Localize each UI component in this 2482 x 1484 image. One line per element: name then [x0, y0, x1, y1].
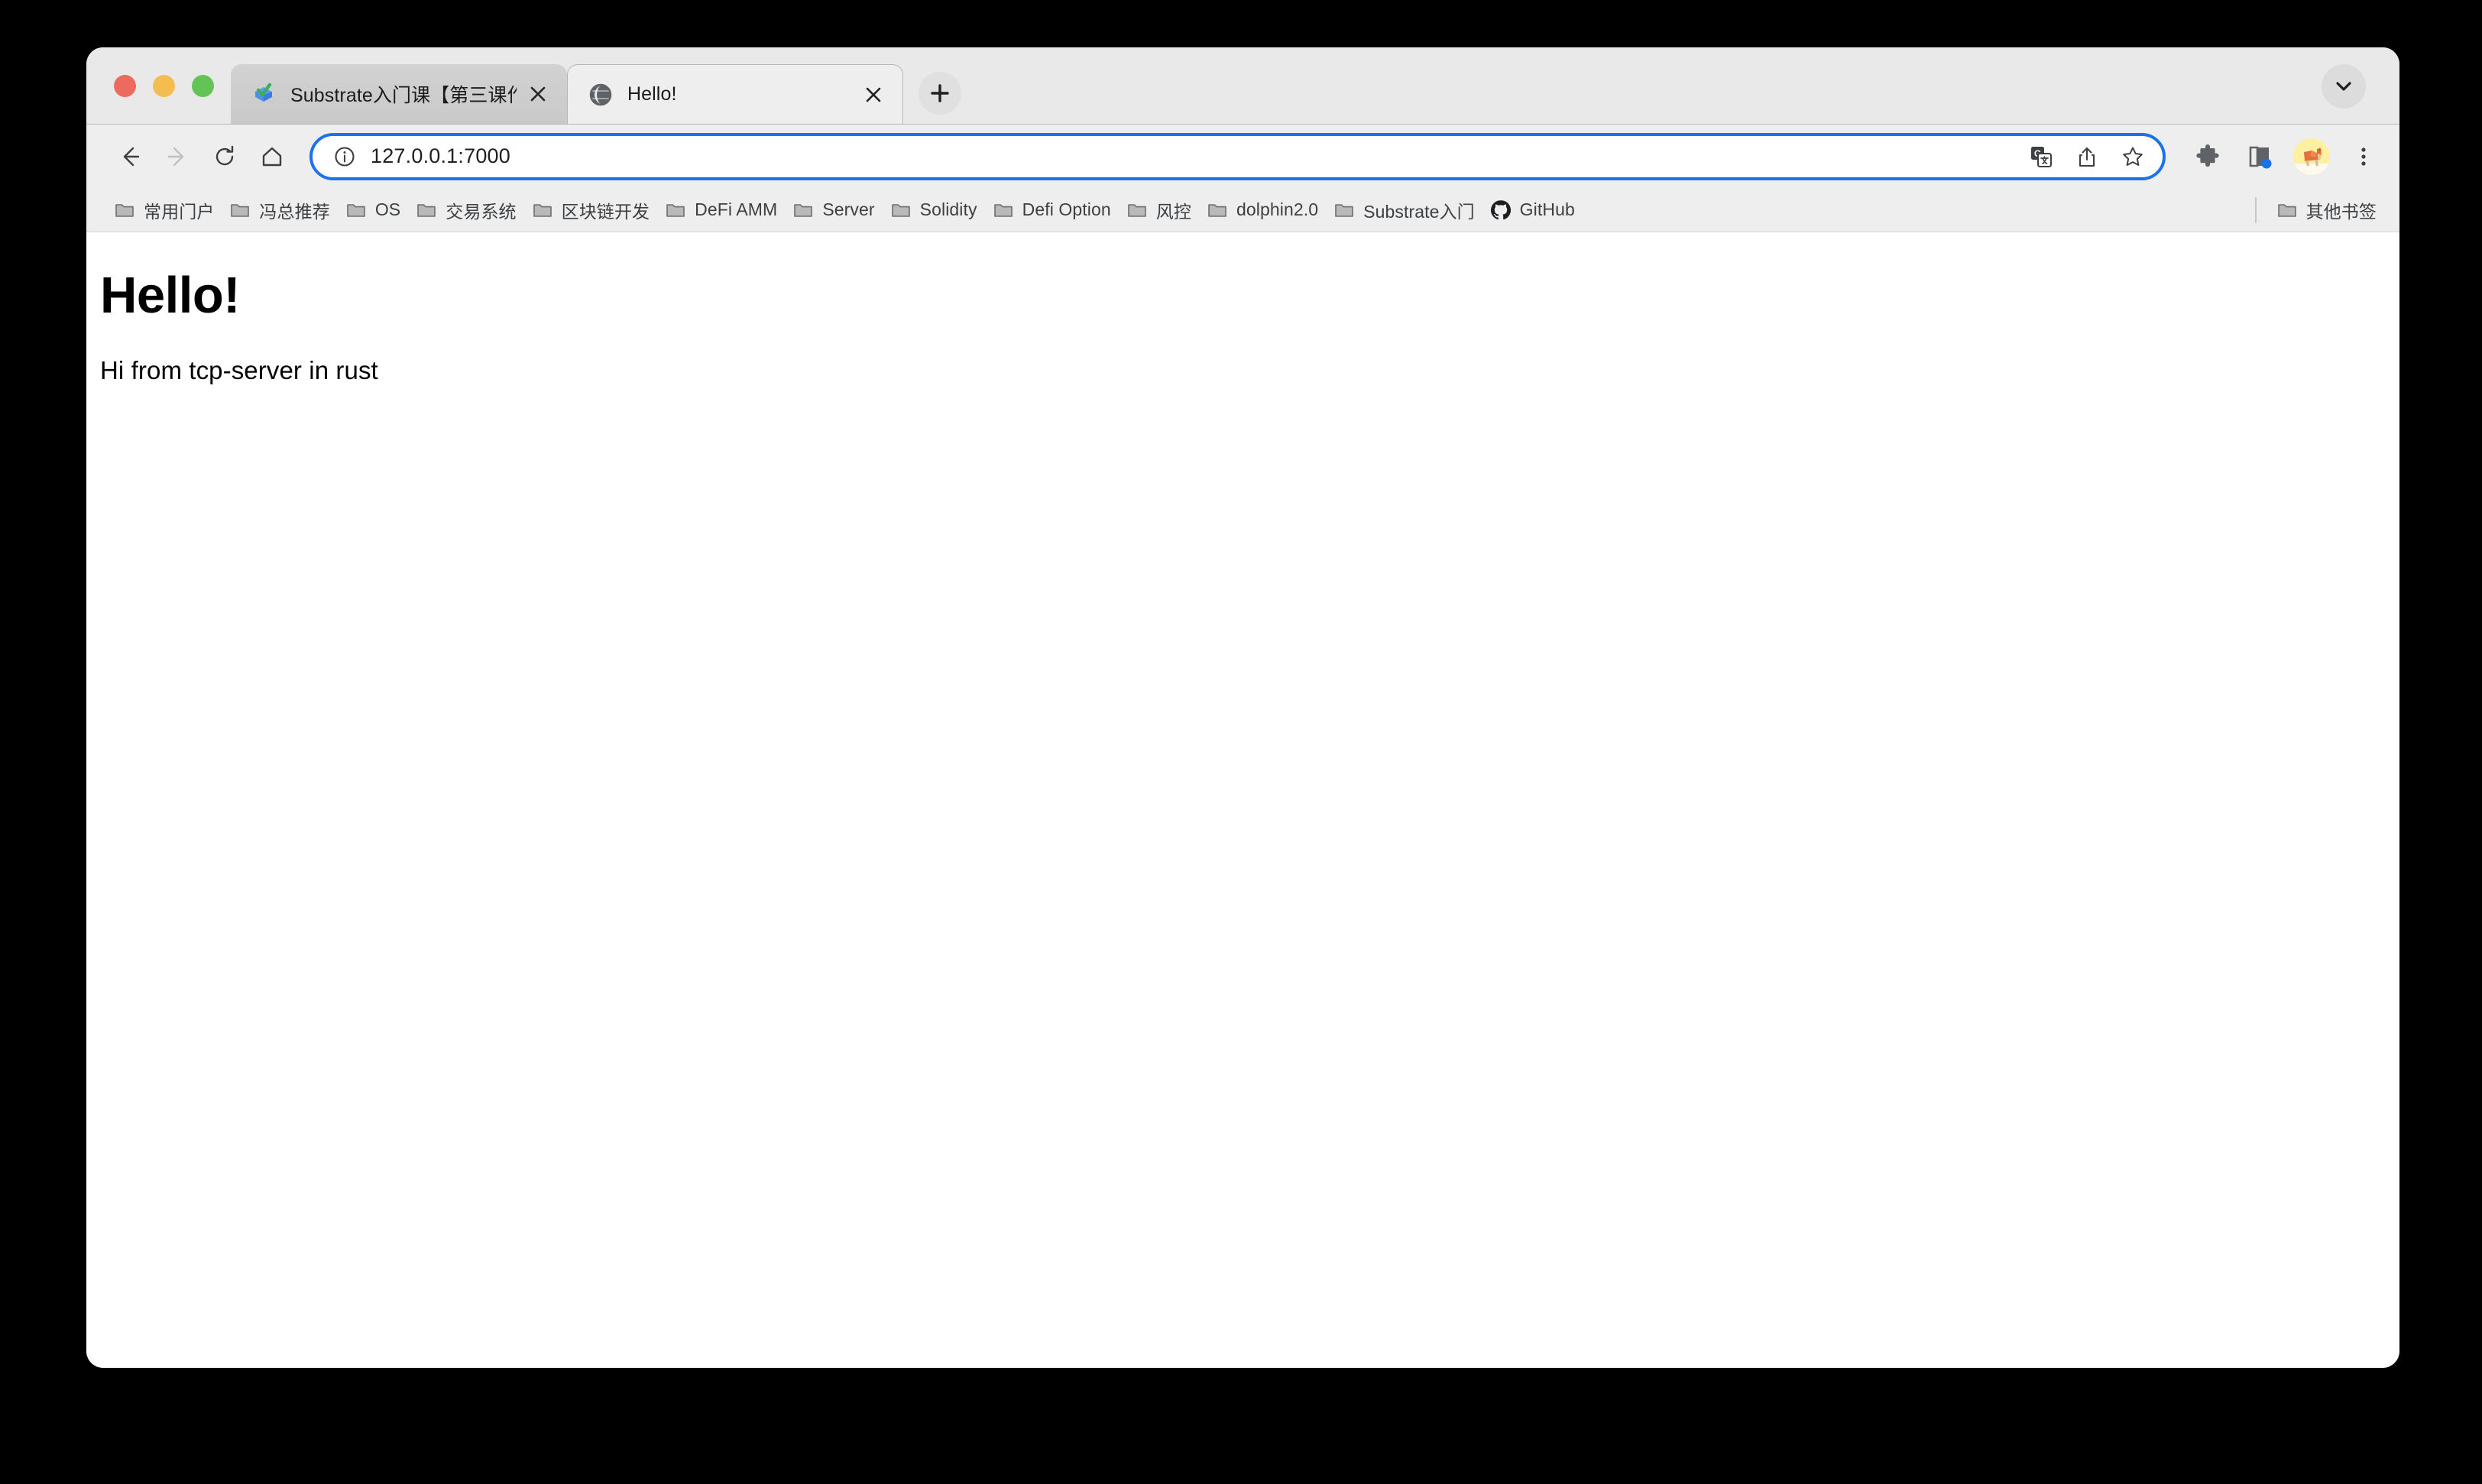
tab-hello[interactable]: Hello! [567, 64, 903, 124]
bookmark-label: GitHub [1519, 199, 1575, 219]
share-icon[interactable] [2066, 136, 2108, 177]
extensions-puzzle-icon[interactable] [2186, 134, 2230, 179]
folder-icon [1333, 199, 1355, 221]
tab-title: Substrate入门课【第三课作业】 [290, 85, 517, 106]
folder-icon [1126, 199, 1148, 221]
bookmark-label: Solidity [919, 199, 977, 219]
bookmark-label: 常用门户 [144, 201, 215, 222]
forward-button[interactable] [154, 133, 201, 180]
bookmark-label: dolphin2.0 [1236, 199, 1319, 219]
info-circle-icon[interactable] [329, 141, 360, 172]
page-body-text: Hi from tcp-server in rust [100, 356, 378, 385]
bookmark-item[interactable]: Solidity [883, 193, 985, 227]
folder-icon [1207, 199, 1228, 221]
bookmark-item[interactable]: dolphin2.0 [1199, 193, 1326, 227]
bookmark-label: 交易系统 [446, 201, 517, 222]
bookmarks-divider [2254, 196, 2257, 223]
bookmark-label: Defi Option [1022, 199, 1111, 219]
back-button[interactable] [106, 133, 154, 180]
address-bar-text[interactable]: 127.0.0.1:7000 [371, 144, 2020, 168]
page-content: Hello! Hi from tcp-server in rust [86, 232, 2399, 1368]
tab-list: Substrate入门课【第三课作业】 Hello [231, 47, 961, 124]
minimize-window-button[interactable] [153, 74, 175, 97]
tab-strip: Substrate入门课【第三课作业】 Hello [86, 47, 2399, 124]
tabstrip-drag-region [961, 47, 2322, 124]
chrome-menu-icon[interactable] [2341, 134, 2386, 179]
reload-button[interactable] [201, 133, 248, 180]
address-bar[interactable]: 127.0.0.1:7000 G [309, 132, 2166, 180]
window-traffic-lights [86, 47, 231, 124]
browser-window: Substrate入门课【第三课作业】 Hello [86, 47, 2399, 1368]
side-panel-icon[interactable] [2237, 134, 2282, 179]
folder-icon [890, 199, 912, 221]
tab-substrate[interactable]: Substrate入门课【第三课作业】 [231, 64, 567, 124]
bookmark-item[interactable]: DeFi AMM [657, 193, 785, 227]
bookmark-item[interactable]: 冯总推荐 [222, 193, 337, 227]
folder-icon [229, 199, 251, 221]
tab-title: Hello! [627, 83, 677, 105]
bookmark-item-github[interactable]: GitHub [1482, 193, 1583, 227]
close-icon[interactable] [858, 79, 889, 110]
globe-icon [588, 82, 614, 108]
bookmark-label: Server [822, 199, 875, 219]
folder-icon [2276, 199, 2298, 221]
checkmark-box-icon [251, 81, 277, 107]
bookmark-star-icon[interactable] [2112, 136, 2153, 177]
bookmark-item[interactable]: 常用门户 [106, 193, 222, 227]
folder-icon [345, 199, 367, 221]
bookmark-label: 风控 [1155, 201, 1191, 222]
bookmark-item[interactable]: 区块链开发 [524, 193, 658, 227]
profile-avatar[interactable] [2289, 134, 2334, 179]
chevron-down-icon[interactable] [2322, 64, 2366, 109]
new-tab-button[interactable] [919, 72, 961, 115]
folder-icon [416, 199, 437, 221]
bookmark-label: 其他书签 [2305, 201, 2377, 222]
bookmark-other-bookmarks[interactable]: 其他书签 [2269, 193, 2384, 227]
bookmark-item[interactable]: 风控 [1119, 193, 1199, 227]
bookmark-label: Substrate入门 [1363, 201, 1475, 222]
folder-icon [993, 199, 1014, 221]
bookmark-item[interactable]: Defi Option [985, 193, 1119, 227]
folder-icon [114, 199, 135, 221]
github-icon [1490, 199, 1512, 221]
bookmark-label: 区块链开发 [561, 201, 650, 222]
close-window-button[interactable] [114, 74, 136, 97]
translate-icon[interactable]: G [2020, 136, 2062, 177]
bookmark-label: OS [374, 199, 401, 219]
maximize-window-button[interactable] [192, 74, 214, 97]
bookmark-label: DeFi AMM [695, 199, 778, 219]
bookmark-label: 冯总推荐 [259, 201, 330, 222]
bookmark-item[interactable]: Substrate入门 [1326, 193, 1482, 227]
folder-icon [792, 199, 814, 221]
bookmark-item[interactable]: Server [785, 193, 882, 227]
bookmark-item[interactable]: OS [338, 193, 408, 227]
folder-icon [532, 199, 553, 221]
browser-toolbar: 127.0.0.1:7000 G [86, 124, 2399, 188]
home-button[interactable] [248, 133, 296, 180]
bookmark-item[interactable]: 交易系统 [408, 193, 523, 227]
folder-icon [665, 199, 686, 221]
bookmarks-bar: 常用门户 冯总推荐 OS 交易系统 区块链开发 DeFi AMM Server … [86, 188, 2399, 232]
page-title: Hello! [100, 267, 241, 324]
avatar [2293, 138, 2330, 175]
close-icon[interactable] [523, 79, 553, 109]
